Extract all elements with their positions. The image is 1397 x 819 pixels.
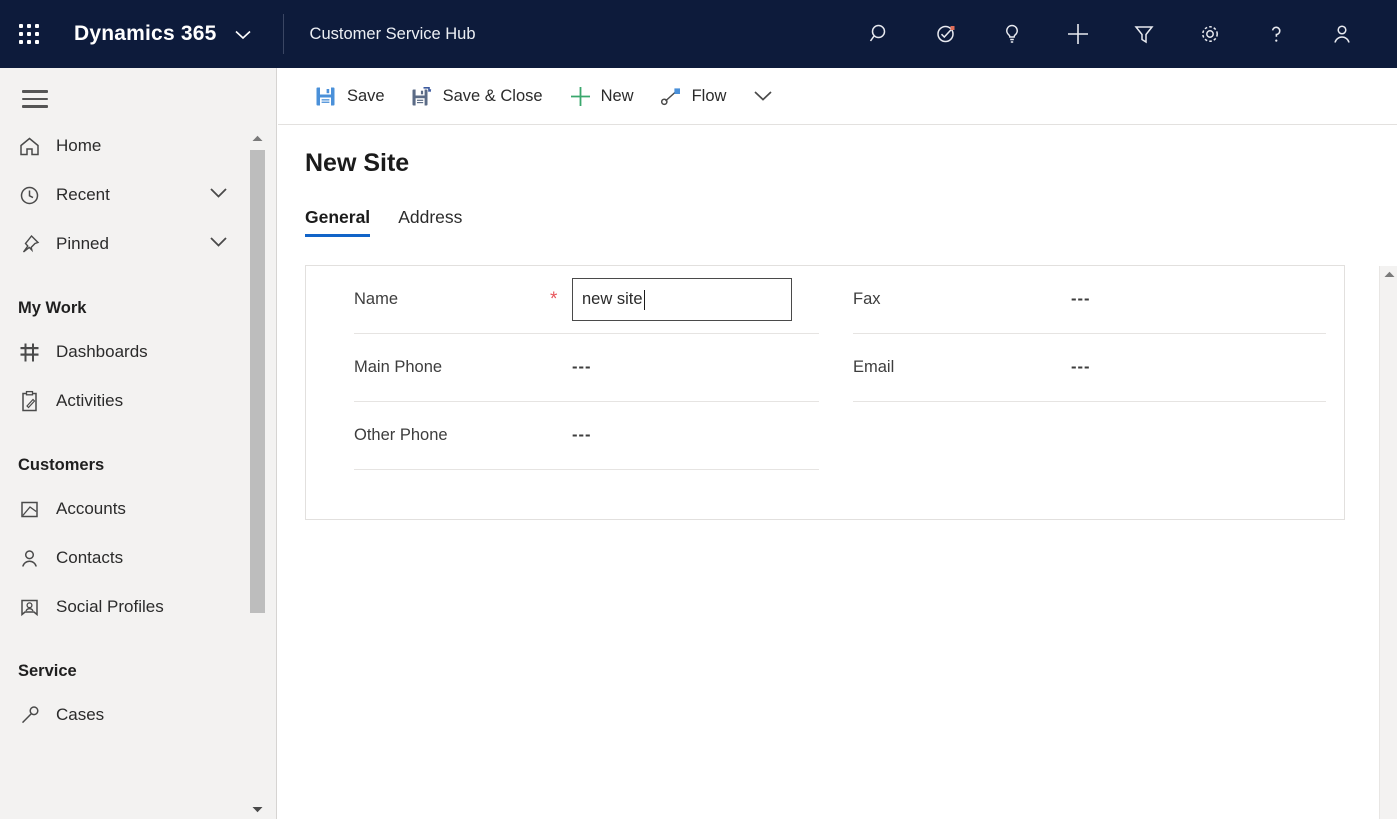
email-value[interactable]: ---	[1071, 358, 1090, 377]
sidebar-item-label: Pinned	[56, 234, 109, 254]
field-row-email: Email ---	[853, 334, 1326, 402]
lightbulb-icon[interactable]	[979, 0, 1045, 68]
field-label: Main Phone	[354, 358, 550, 377]
search-icon[interactable]	[847, 0, 913, 68]
sidebar-item-home[interactable]: Home	[0, 122, 276, 171]
fax-value[interactable]: ---	[1071, 290, 1090, 309]
flow-button-label: Flow	[692, 87, 727, 106]
field-row-fax: Fax ---	[853, 266, 1326, 334]
sidebar-item-pinned[interactable]: Pinned	[0, 220, 276, 269]
field-label: Email	[853, 358, 1049, 377]
sidebar-item-recent[interactable]: Recent	[0, 171, 276, 220]
filter-icon[interactable]	[1111, 0, 1177, 68]
sidebar-group-title: My Work	[0, 269, 276, 328]
form-column-left: Name * new site Main Phone --- Other Pho…	[306, 266, 825, 519]
save-and-close-button-label: Save & Close	[443, 87, 543, 106]
main-phone-value[interactable]: ---	[572, 358, 591, 377]
plus-icon	[569, 85, 596, 108]
text-cursor	[644, 290, 646, 310]
field-row-other-phone: Other Phone ---	[354, 402, 819, 470]
case-icon	[18, 704, 56, 727]
sidebar-item-activities[interactable]: Activities	[0, 377, 276, 426]
page-title: New Site	[305, 149, 409, 178]
other-phone-value[interactable]: ---	[572, 426, 591, 445]
form-tabs: General Address	[305, 207, 490, 237]
sidebar-scrollbar-thumb[interactable]	[250, 150, 265, 613]
sidebar: Home Recent Pinned	[0, 68, 277, 819]
app-header: Dynamics 365 Customer Service Hub	[0, 0, 1397, 68]
sidebar-item-label: Social Profiles	[56, 597, 164, 617]
chevron-down-icon[interactable]	[209, 235, 228, 253]
required-asterisk: *	[550, 290, 572, 309]
accounts-icon	[18, 498, 56, 521]
scroll-down-arrow-icon[interactable]	[249, 801, 266, 818]
brand-label: Dynamics 365	[74, 22, 217, 45]
sidebar-item-social-profiles[interactable]: Social Profiles	[0, 583, 276, 632]
sidebar-group-title: Customers	[0, 426, 276, 485]
activities-icon	[18, 390, 56, 413]
chevron-down-icon[interactable]	[209, 186, 228, 204]
clock-icon	[18, 184, 56, 207]
field-label: Other Phone	[354, 426, 550, 445]
tab-address[interactable]: Address	[398, 207, 462, 237]
plus-icon[interactable]	[1045, 0, 1111, 68]
save-button-label: Save	[347, 87, 385, 106]
field-row-name: Name * new site	[354, 266, 819, 334]
contact-icon	[18, 547, 56, 570]
user-icon[interactable]	[1309, 0, 1375, 68]
help-icon[interactable]	[1243, 0, 1309, 68]
sidebar-item-cases[interactable]: Cases	[0, 691, 276, 740]
assistant-icon[interactable]	[913, 0, 979, 68]
sidebar-item-label: Dashboards	[56, 342, 148, 362]
sidebar-item-label: Contacts	[56, 548, 123, 568]
app-launcher-icon[interactable]	[0, 0, 58, 68]
field-row-main-phone: Main Phone ---	[354, 334, 819, 402]
hamburger-menu-icon[interactable]	[0, 68, 44, 108]
dynamics365-window: Dynamics 365 Customer Service Hub	[0, 0, 1397, 819]
save-and-close-button[interactable]: Save & Close	[398, 68, 556, 125]
home-icon	[18, 135, 56, 158]
command-bar-overflow-icon[interactable]	[739, 68, 787, 125]
name-input[interactable]: new site	[572, 278, 792, 321]
form-card: Name * new site Main Phone --- Other Pho…	[305, 265, 1345, 520]
sidebar-item-dashboards[interactable]: Dashboards	[0, 328, 276, 377]
scroll-up-arrow-icon[interactable]	[249, 130, 266, 147]
sidebar-item-label: Home	[56, 136, 101, 156]
form-column-right: Fax --- Email ---	[825, 266, 1344, 519]
sidebar-item-label: Activities	[56, 391, 123, 411]
header-icon-group	[847, 0, 1397, 68]
new-button[interactable]: New	[556, 68, 647, 125]
sidebar-item-label: Cases	[56, 705, 104, 725]
dashboard-icon	[18, 341, 56, 364]
name-input-value: new site	[582, 290, 643, 309]
gear-icon[interactable]	[1177, 0, 1243, 68]
sidebar-item-label: Accounts	[56, 499, 126, 519]
pin-icon	[18, 233, 56, 256]
save-button[interactable]: Save	[302, 68, 398, 125]
save-close-icon	[411, 86, 438, 107]
tab-general[interactable]: General	[305, 207, 370, 237]
flow-button[interactable]: Flow	[647, 68, 740, 125]
sidebar-item-contacts[interactable]: Contacts	[0, 534, 276, 583]
sidebar-primary-nav: Home Recent Pinned	[0, 122, 276, 269]
field-label: Fax	[853, 290, 1049, 309]
form-content-area: New Site General Address Name * new site…	[278, 125, 1397, 819]
chevron-down-icon[interactable]	[235, 22, 251, 46]
social-profile-icon	[18, 596, 56, 619]
sidebar-item-accounts[interactable]: Accounts	[0, 485, 276, 534]
scroll-up-arrow-icon[interactable]	[1380, 266, 1397, 283]
flow-icon	[660, 86, 687, 107]
app-name-label: Customer Service Hub	[283, 14, 476, 54]
command-bar: Save Save & Close New Flow	[278, 68, 1397, 125]
brand-title[interactable]: Dynamics 365	[74, 22, 251, 46]
sidebar-item-label: Recent	[56, 185, 110, 205]
sidebar-group-title: Service	[0, 632, 276, 691]
save-icon	[315, 86, 342, 107]
field-label: Name	[354, 290, 550, 309]
new-button-label: New	[601, 87, 634, 106]
sidebar-scrollbar[interactable]	[249, 130, 266, 818]
content-scrollbar[interactable]	[1379, 266, 1397, 819]
